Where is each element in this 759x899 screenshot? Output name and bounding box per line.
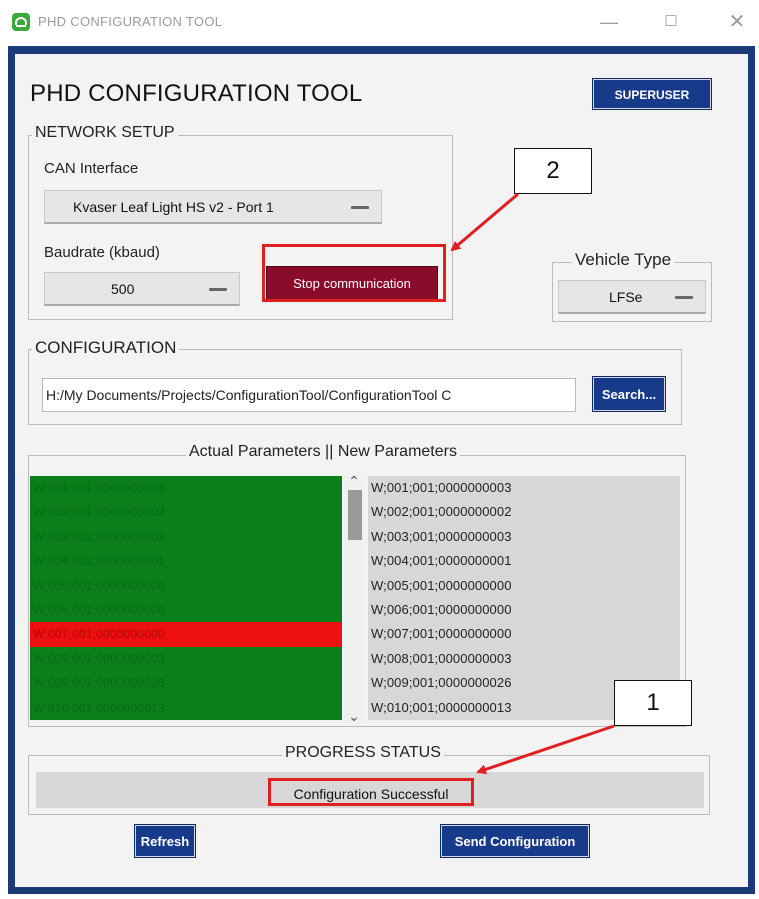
progress-status-legend: PROGRESS STATUS [282, 744, 444, 762]
can-interface-label: CAN Interface [44, 160, 139, 177]
actual-param-row[interactable]: W;002;001;0000000002 [30, 500, 342, 524]
dropdown-arrow-icon [209, 288, 227, 291]
baudrate-label: Baudrate (kbaud) [44, 244, 160, 261]
search-button[interactable]: Search... [592, 376, 666, 412]
close-button[interactable]: ✕ [720, 10, 754, 34]
page-title: PHD CONFIGURATION TOOL [30, 80, 363, 107]
new-param-row[interactable]: W;006;001;0000000000 [368, 598, 680, 622]
actual-param-row[interactable]: W;006;001;0000000000 [30, 598, 342, 622]
scroll-down-icon[interactable]: ⌄ [344, 708, 364, 724]
actual-param-row[interactable]: W;001;001;0000000003 [30, 476, 342, 500]
dropdown-arrow-icon [351, 206, 369, 209]
scrollbar-thumb[interactable] [348, 490, 362, 540]
new-param-row[interactable]: W;002;001;0000000002 [368, 500, 680, 524]
new-param-row[interactable]: W;004;001;0000000001 [368, 549, 680, 573]
superuser-button[interactable]: SUPERUSER [592, 78, 712, 110]
dropdown-arrow-icon [675, 296, 693, 299]
minimize-button[interactable]: — [592, 10, 626, 34]
progress-status-text: Configuration Successful [268, 778, 474, 806]
vehicle-type-value: LFSe [609, 289, 643, 305]
actual-param-row[interactable]: W;005;001;0000000000 [30, 574, 342, 598]
actual-param-row[interactable]: W;004;001;0000000001 [30, 549, 342, 573]
new-param-row[interactable]: W;001;001;0000000003 [368, 476, 680, 500]
configuration-legend: CONFIGURATION [32, 338, 180, 358]
new-param-row[interactable]: W;007;001;0000000000 [368, 622, 680, 646]
vehicle-type-legend: Vehicle Type [572, 250, 675, 270]
actual-param-row[interactable]: W;007;001;0000000000 [30, 622, 342, 647]
config-path-field[interactable]: H:/My Documents/Projects/ConfigurationTo… [42, 378, 576, 412]
network-setup-legend: NETWORK SETUP [32, 124, 178, 142]
baudrate-dropdown[interactable]: 500 [44, 272, 240, 306]
new-param-row[interactable]: W;005;001;0000000000 [368, 574, 680, 598]
can-interface-dropdown[interactable]: Kvaser Leaf Light HS v2 - Port 1 [44, 190, 382, 224]
actual-param-row[interactable]: W;009;001;0000000026 [30, 671, 342, 695]
callout-1: 1 [614, 680, 692, 726]
actual-param-row[interactable]: W;003;001;0000000003 [30, 525, 342, 549]
actual-param-row[interactable]: W;008;001;0000000003 [30, 647, 342, 671]
refresh-button[interactable]: Refresh [134, 824, 196, 858]
maximize-button[interactable]: ☐ [654, 10, 688, 34]
new-param-row[interactable]: W;008;001;0000000003 [368, 647, 680, 671]
highlight-box-stop-communication [262, 244, 446, 302]
vehicle-type-dropdown[interactable]: LFSe [558, 280, 706, 314]
scroll-up-icon[interactable]: ⌃ [344, 473, 364, 489]
actual-param-row[interactable]: W;010;001;0000000013 [30, 696, 342, 720]
baudrate-value: 500 [111, 281, 135, 297]
actual-parameters-list[interactable]: W;001;001;0000000003 W;002;001;000000000… [30, 476, 342, 720]
send-configuration-button[interactable]: Send Configuration [440, 824, 590, 858]
callout-2: 2 [514, 148, 592, 194]
parameters-legend: Actual Parameters || New Parameters [186, 443, 460, 461]
can-interface-value: Kvaser Leaf Light HS v2 - Port 1 [73, 199, 274, 215]
new-param-row[interactable]: W;003;001;0000000003 [368, 525, 680, 549]
window-title: PHD CONFIGURATION TOOL [38, 14, 223, 29]
app-bus-icon [12, 13, 30, 31]
